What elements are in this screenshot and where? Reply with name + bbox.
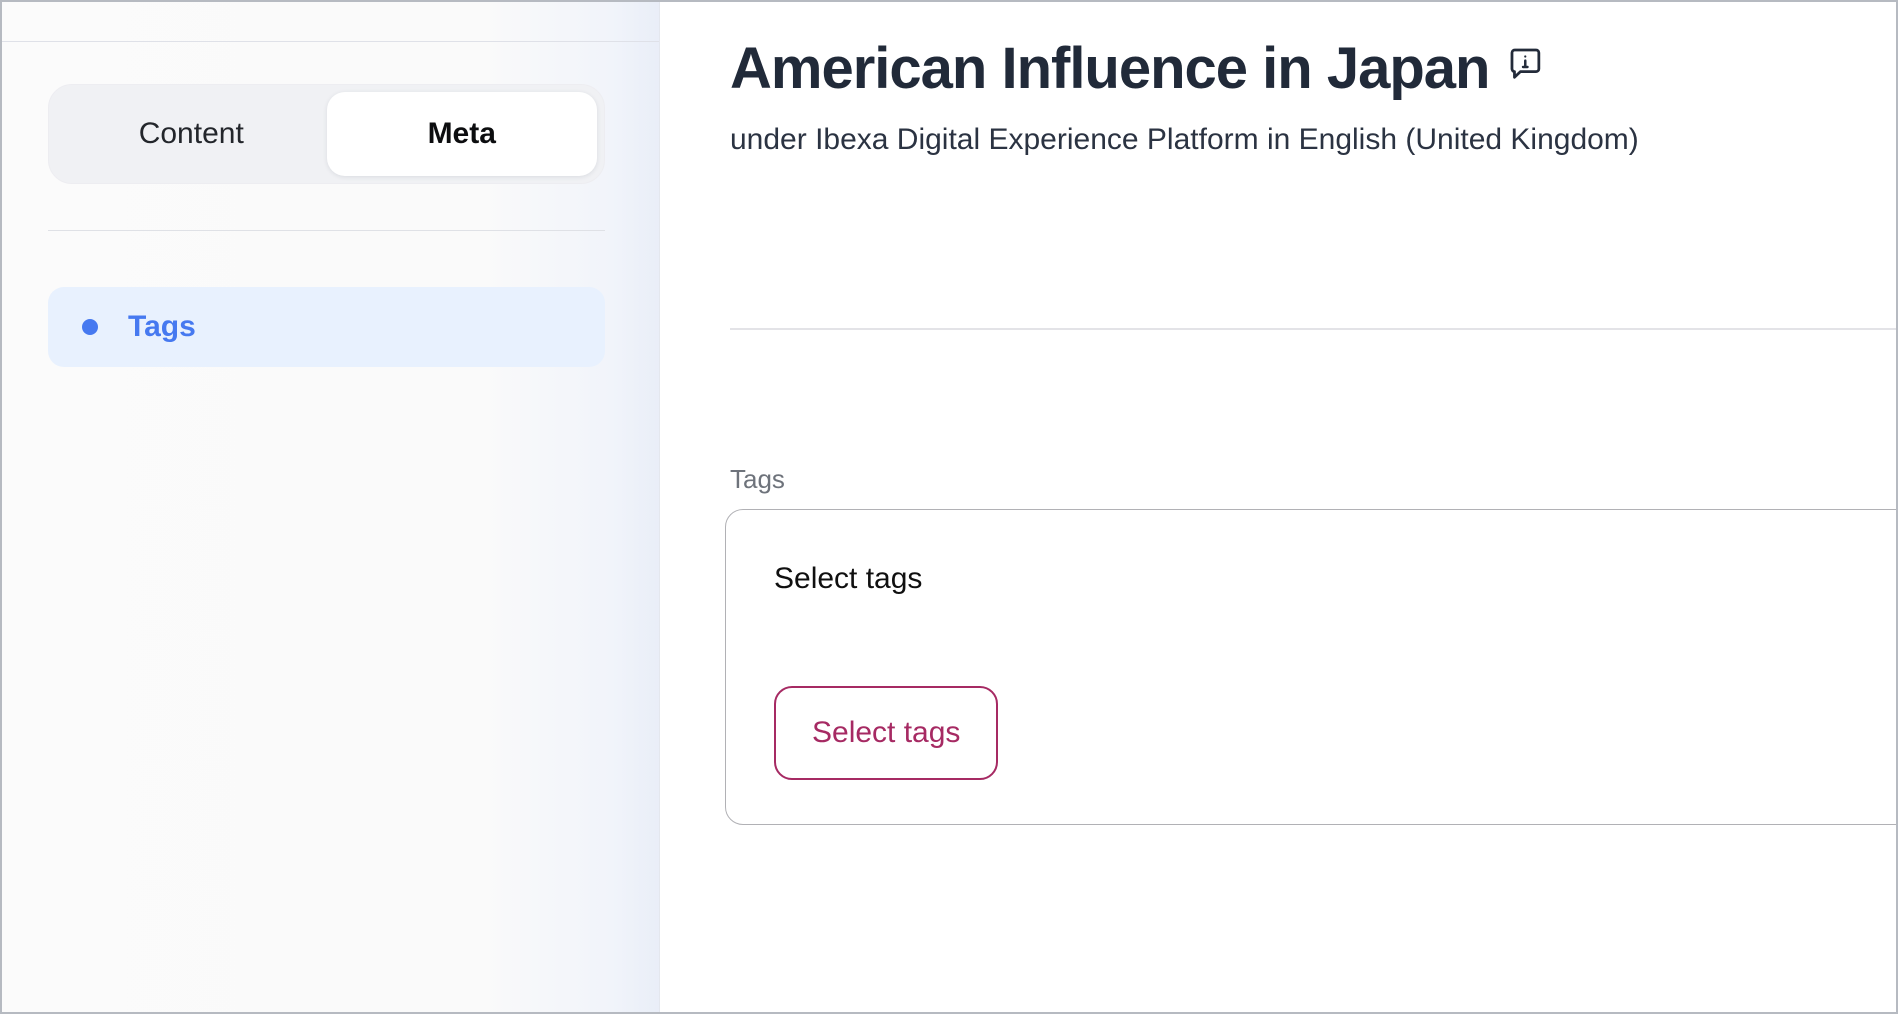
dot-icon xyxy=(82,319,98,335)
tags-field-box: Select tags Select tags xyxy=(725,509,1898,825)
tags-field-label: Tags xyxy=(730,463,1896,496)
content-meta-tab-switcher: Content Meta xyxy=(48,84,605,184)
info-speech-bubble-icon[interactable] xyxy=(1507,46,1543,82)
edit-sidebar: Content Meta Tags xyxy=(2,2,660,1012)
sidebar-top-strip xyxy=(2,2,659,42)
tab-content[interactable]: Content xyxy=(56,92,327,176)
select-tags-button[interactable]: Select tags xyxy=(774,686,998,780)
sidebar-item-label: Tags xyxy=(128,310,196,344)
content-divider xyxy=(730,328,1896,330)
page-title: American Influence in Japan xyxy=(730,36,1489,103)
sidebar-item-tags[interactable]: Tags xyxy=(48,287,605,367)
page-subtitle: under Ibexa Digital Experience Platform … xyxy=(730,120,1896,160)
app-window: Content Meta Tags American Influence in … xyxy=(0,0,1898,1014)
tags-empty-state-title: Select tags xyxy=(774,560,1898,598)
sidebar-divider xyxy=(48,230,605,231)
main-content: American Influence in Japan under Ibexa … xyxy=(660,2,1896,1012)
tab-meta[interactable]: Meta xyxy=(327,92,598,176)
title-row: American Influence in Japan xyxy=(730,36,1896,103)
